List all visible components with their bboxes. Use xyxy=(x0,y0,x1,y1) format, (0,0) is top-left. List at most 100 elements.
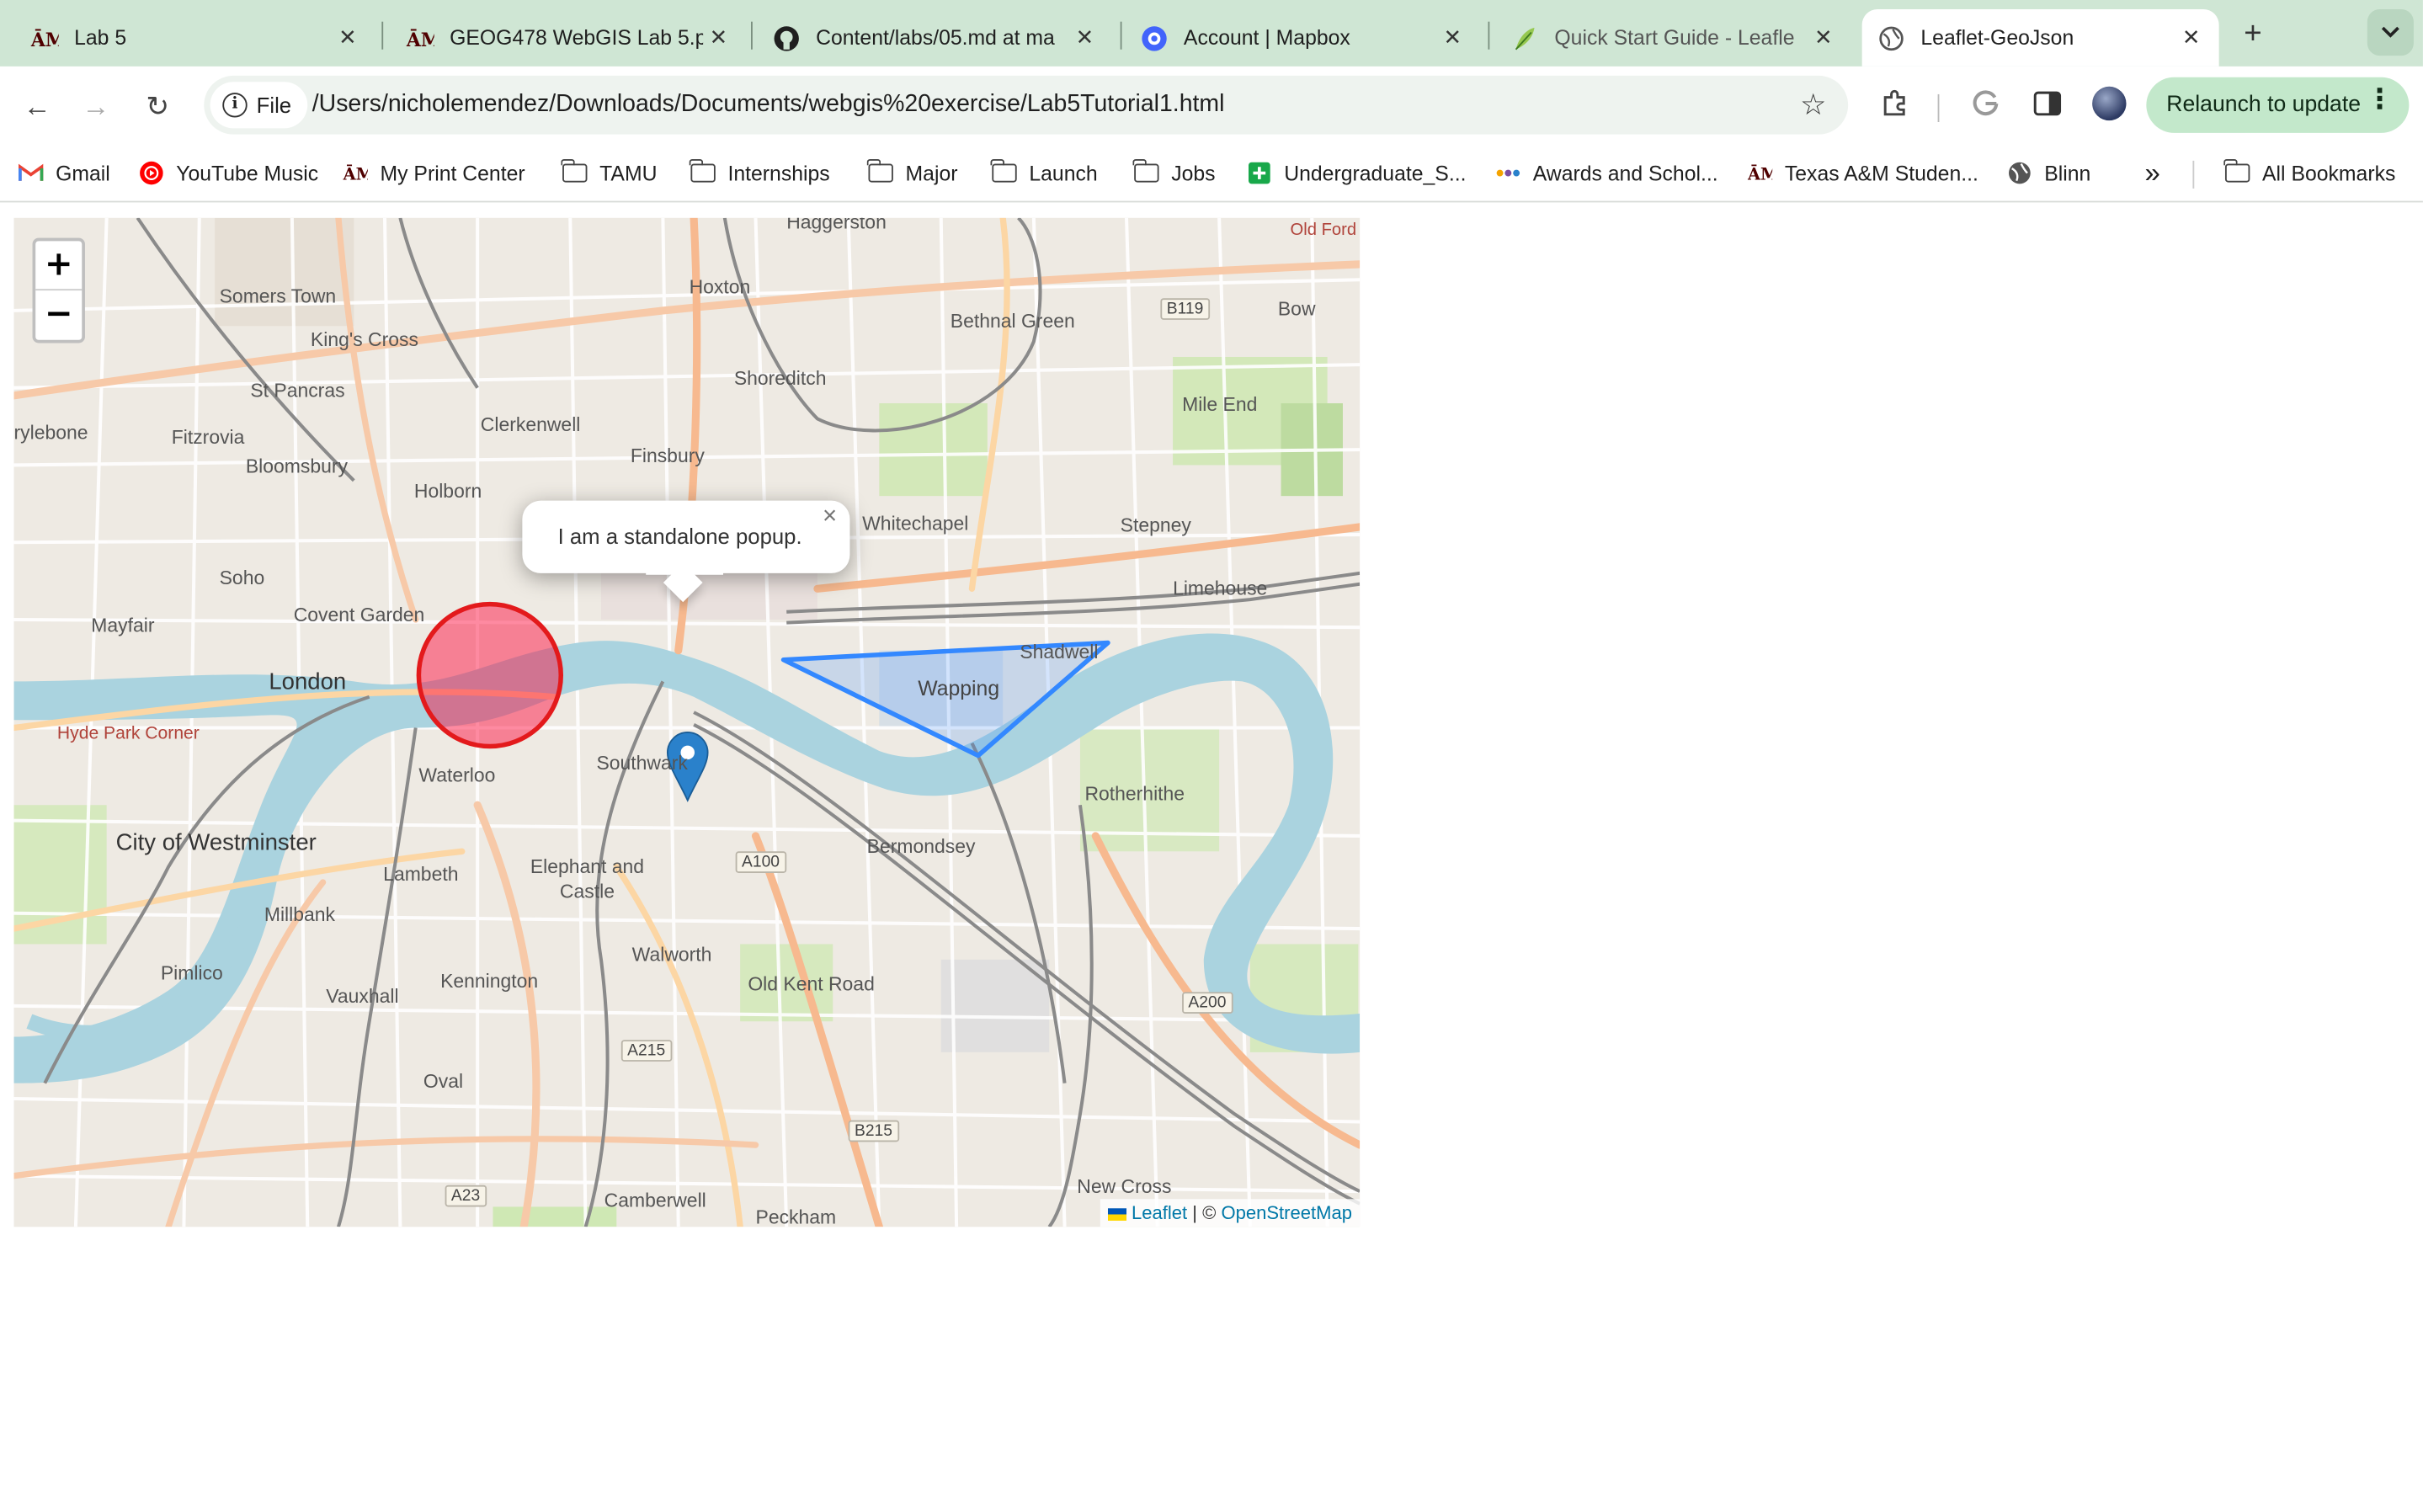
bookmark-label: Jobs xyxy=(1171,161,1216,185)
bookmark-my-print-center[interactable]: ĀM My Print Center xyxy=(343,146,525,199)
place-label: King's Cross xyxy=(310,328,418,351)
folder-icon xyxy=(2223,159,2250,185)
tamu-icon: ĀM xyxy=(407,24,434,51)
google-icon[interactable] xyxy=(1967,88,2004,125)
place-label: Lambeth xyxy=(383,863,459,886)
side-panel-icon[interactable] xyxy=(2029,88,2066,125)
zoom-control: + − xyxy=(32,237,85,343)
place-label: Old Kent Road xyxy=(748,973,875,995)
bookmark-folder-internships[interactable]: Internships xyxy=(690,146,830,199)
place-label: Stepney xyxy=(1120,514,1191,536)
close-icon[interactable]: ✕ xyxy=(2175,23,2207,54)
back-button[interactable]: ← xyxy=(19,88,56,125)
bookmark-folder-tamu[interactable]: TAMU xyxy=(561,146,658,199)
profile-avatar[interactable] xyxy=(2092,86,2127,121)
tab-github[interactable]: Content/labs/05.md at ma ✕ xyxy=(742,9,1112,67)
browser-window: ĀM Lab 5 ✕ ĀM GEOG478 WebGIS Lab 5.p ✕ C… xyxy=(0,0,2423,1512)
place-label: Haggerston xyxy=(786,217,887,234)
bookmark-awards[interactable]: Awards and Schol... xyxy=(1496,146,1718,199)
bookmark-gmail[interactable]: Gmail xyxy=(19,146,110,199)
bookmark-label: My Print Center xyxy=(380,161,525,185)
popup-close-button[interactable]: × xyxy=(819,504,841,529)
zoom-out-button[interactable]: − xyxy=(35,290,82,340)
bookmark-folder-major[interactable]: Major xyxy=(867,146,958,199)
new-tab-button[interactable]: + xyxy=(2234,15,2271,52)
forward-button[interactable]: → xyxy=(77,88,114,125)
bookmark-folder-launch[interactable]: Launch xyxy=(991,146,1098,199)
place-label: Camberwell xyxy=(604,1190,706,1211)
bookmark-label: Undergraduate_S... xyxy=(1284,161,1467,185)
mapbox-icon xyxy=(1141,24,1169,51)
bookmark-youtube-music[interactable]: YouTube Music xyxy=(139,146,318,199)
chevron-down-icon xyxy=(2381,26,2399,38)
reload-button[interactable]: ↻ xyxy=(139,88,176,125)
leaflet-icon xyxy=(1511,24,1539,51)
place-label: Hoxton xyxy=(689,276,751,299)
tab-search-button[interactable] xyxy=(2367,9,2414,56)
place-label: Oval xyxy=(423,1070,464,1093)
close-icon[interactable]: ✕ xyxy=(1808,23,1839,54)
place-label: Wapping xyxy=(918,676,1000,700)
tab-leaflet-guide[interactable]: Quick Start Guide - Leafle ✕ xyxy=(1480,9,1851,67)
extensions-icon[interactable] xyxy=(1876,88,1913,125)
bookmark-star-icon[interactable]: ☆ xyxy=(1800,88,1826,124)
openstreetmap-link[interactable]: OpenStreetMap xyxy=(1221,1202,1351,1224)
folder-icon xyxy=(1133,159,1159,185)
place-label: Somers Town xyxy=(219,285,337,308)
close-icon[interactable]: ✕ xyxy=(1069,23,1100,54)
bookmark-label: Blinn xyxy=(2044,161,2091,185)
road-label: A215 xyxy=(620,1040,672,1062)
leaflet-link[interactable]: Leaflet xyxy=(1132,1202,1187,1224)
chip-label: File xyxy=(256,93,292,118)
bookmarks-bar: Gmail YouTube Music ĀM My Print Center T… xyxy=(0,146,2423,203)
bookmark-label: YouTube Music xyxy=(176,161,319,185)
place-label: Waterloo xyxy=(418,764,496,787)
tab-title: Account | Mapbox xyxy=(1183,26,1350,50)
place-label: Limehouse xyxy=(1173,578,1268,600)
relaunch-button[interactable]: Relaunch to update ⋮ xyxy=(2146,77,2410,133)
place-label: Peckham xyxy=(755,1206,837,1227)
more-bookmarks-button[interactable]: » xyxy=(2145,146,2160,199)
zoom-in-button[interactable]: + xyxy=(35,241,83,291)
leaflet-map[interactable]: Haggerston Old Ford Somers Town Hoxton B… xyxy=(13,217,1361,1227)
tab-strip: ĀM Lab 5 ✕ ĀM GEOG478 WebGIS Lab 5.p ✕ C… xyxy=(0,0,2423,67)
close-icon[interactable]: ✕ xyxy=(333,23,364,54)
bookmark-folder-jobs[interactable]: Jobs xyxy=(1133,146,1216,199)
tab-leaflet-geojson[interactable]: Leaflet-GeoJson ✕ xyxy=(1861,9,2219,67)
bookmark-label: All Bookmarks xyxy=(2262,161,2396,185)
bookmark-undergraduate[interactable]: Undergraduate_S... xyxy=(1247,146,1467,199)
road-label: A23 xyxy=(445,1185,487,1207)
folder-icon xyxy=(561,159,588,185)
all-bookmarks-button[interactable]: All Bookmarks xyxy=(2223,146,2396,199)
tab-title: Quick Start Guide - Leafle xyxy=(1554,26,1795,50)
tamu-icon: ĀM xyxy=(31,24,59,51)
bookmark-blinn[interactable]: Blinn xyxy=(2007,146,2090,199)
url-text[interactable]: /Users/nicholemendez/Downloads/Documents… xyxy=(312,91,1225,119)
close-icon[interactable]: ✕ xyxy=(1437,23,1468,54)
bookmark-label: Major xyxy=(905,161,958,185)
address-bar[interactable]: i File /Users/nicholemendez/Downloads/Do… xyxy=(204,75,1849,135)
place-label: Bethnal Green xyxy=(950,310,1075,333)
tab-mapbox[interactable]: Account | Mapbox ✕ xyxy=(1110,9,1480,67)
relaunch-label: Relaunch to update xyxy=(2166,93,2362,118)
toolbar: ← → ↻ i File /Users/nicholemendez/Downlo… xyxy=(0,66,2423,147)
svg-text:ĀM: ĀM xyxy=(343,164,367,184)
place-label: Shoreditch xyxy=(733,367,827,390)
bookmark-label: Launch xyxy=(1029,161,1098,185)
menu-icon[interactable]: ⋮ xyxy=(2366,83,2394,116)
bookmark-texas-am-student[interactable]: ĀM Texas A&M Studen... xyxy=(1748,146,1978,199)
tab-geog478[interactable]: ĀM GEOG478 WebGIS Lab 5.p ✕ xyxy=(375,9,746,67)
road-label: B119 xyxy=(1160,298,1210,320)
road-label: A100 xyxy=(735,851,786,874)
tab-lab5[interactable]: ĀM Lab 5 ✕ xyxy=(0,9,375,67)
place-label: Bow xyxy=(1277,298,1316,320)
place-label: New Cross xyxy=(1077,1175,1172,1198)
red-circle[interactable] xyxy=(416,601,564,749)
svg-text:ĀM: ĀM xyxy=(1748,164,1772,184)
site-info-chip[interactable]: i File xyxy=(210,82,307,129)
folder-icon xyxy=(690,159,716,185)
place-label: Mile End xyxy=(1182,394,1258,416)
place-label: Soho xyxy=(219,567,265,589)
tamu-icon: ĀM xyxy=(343,161,367,185)
close-icon[interactable]: ✕ xyxy=(703,23,734,54)
